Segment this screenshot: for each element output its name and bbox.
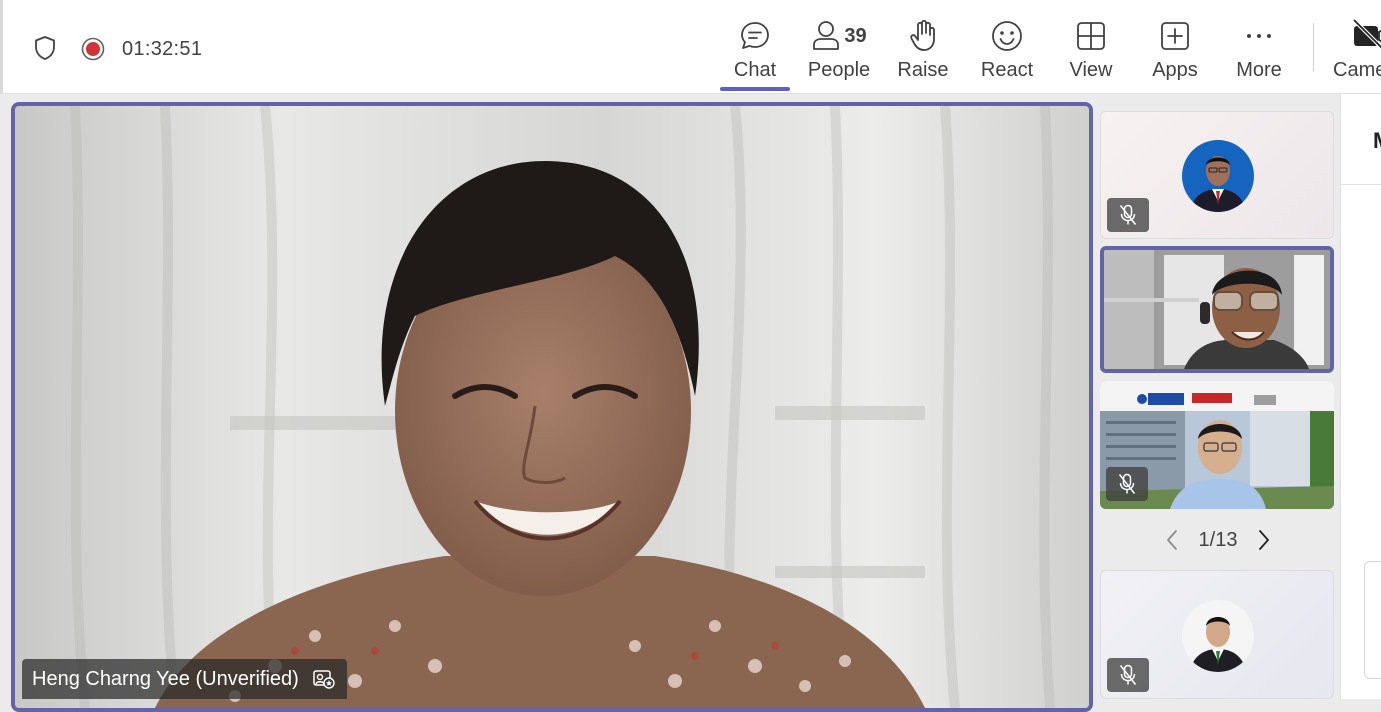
page-indicator: 1/13 [1198,528,1238,551]
people-icon-group: 39 [811,18,867,54]
chat-label: Chat [733,59,777,81]
camera-label: Camera [1333,59,1381,81]
people-button[interactable]: 39 People [797,0,881,94]
side-panel-divider [1341,184,1381,185]
more-icon [1243,18,1275,54]
more-button[interactable]: More [1217,0,1301,94]
speaker-video [15,106,1089,708]
record-icon [81,37,105,61]
main-video-stage[interactable] [11,102,1093,712]
chat-button[interactable]: Chat [713,0,797,94]
speaker-name: Heng Charng Yee (Unverified) [32,667,299,690]
shield-icon[interactable] [32,35,58,61]
people-icon [813,21,840,50]
react-button[interactable]: React [965,0,1049,94]
toolbar-separator [1313,23,1314,71]
spotlight-icon [313,670,335,689]
apps-label: Apps [1152,59,1198,81]
view-button[interactable]: View [1049,0,1133,94]
chat-icon [738,18,772,54]
apps-icon [1159,18,1191,54]
avatar [1182,140,1254,212]
more-label: More [1236,59,1282,81]
camera-off-icon [1352,18,1381,59]
view-icon [1075,18,1107,54]
participant-tile-active-speaker[interactable] [1100,246,1334,373]
meeting-timer: 01:32:51 [122,38,203,60]
raise-hand-button[interactable]: Raise [881,0,965,94]
chevron-right-icon[interactable] [1252,524,1276,556]
mic-off-icon [1106,467,1148,501]
side-panel-card[interactable] [1364,561,1381,679]
participant-tile[interactable] [1100,570,1334,699]
people-label: People [807,59,871,81]
avatar [1182,600,1254,672]
meeting-toolbar: 01:32:51 Chat 39 People Raise React View… [0,0,1381,94]
participant-tile[interactable] [1100,111,1334,239]
raise-label: Raise [897,59,949,81]
chevron-left-icon[interactable] [1160,524,1184,556]
window-edge [0,0,3,94]
camera-button[interactable]: Camera [1320,0,1381,94]
participant-tile[interactable] [1100,381,1334,509]
participant-pager: 1/13 [1160,524,1276,556]
mic-off-icon [1107,198,1149,232]
view-label: View [1069,59,1113,81]
mic-off-icon [1107,658,1149,692]
side-panel-header: M [1373,128,1381,154]
people-count: 39 [844,24,867,47]
participant-video [1104,250,1330,369]
side-panel: M [1340,94,1381,699]
raise-hand-icon [908,18,938,54]
active-tab-indicator [720,87,790,91]
apps-button[interactable]: Apps [1133,0,1217,94]
react-icon [990,18,1024,54]
react-label: React [980,59,1034,81]
speaker-name-tag: Heng Charng Yee (Unverified) [22,659,347,699]
